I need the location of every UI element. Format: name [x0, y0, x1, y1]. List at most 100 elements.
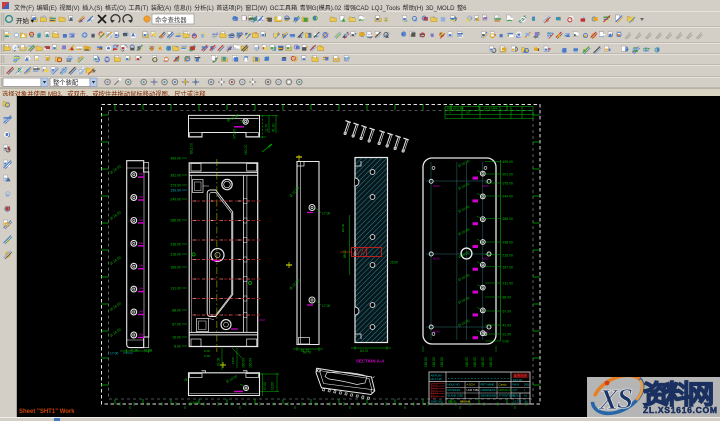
svg-text:Cavity: Cavity: [499, 383, 508, 387]
svg-text:238.00: 238.00: [170, 243, 181, 247]
svg-text:131.00: 131.00: [170, 287, 181, 291]
svg-text:HARDNESS: HARDNESS: [481, 388, 496, 392]
svg-text:Ø12.00: Ø12.00: [190, 143, 194, 154]
svg-text:14H7: 14H7: [139, 195, 146, 199]
svg-text:187.00: 187.00: [503, 265, 513, 269]
svg-text:8.00: 8.00: [204, 349, 210, 353]
svg-text:45.00: 45.00: [433, 257, 440, 261]
svg-text:A1: A1: [525, 400, 529, 404]
svg-text:0000-M: 0000-M: [460, 400, 471, 404]
svg-text:21.00: 21.00: [503, 333, 512, 337]
svg-text:45.00: 45.00: [482, 257, 489, 261]
svg-text:499.00: 499.00: [170, 157, 181, 161]
svg-text:67.00: 67.00: [503, 310, 512, 314]
svg-text:DWG NO: DWG NO: [431, 400, 442, 404]
svg-text:DATE APPR: DATE APPR: [484, 108, 498, 111]
svg-text:17.00: 17.00: [110, 352, 118, 356]
svg-text:25.00: 25.00: [390, 261, 398, 265]
svg-text:6.00: 6.00: [204, 354, 210, 358]
svg-text:SECTION A-A: SECTION A-A: [356, 359, 385, 364]
svg-text:17.00: 17.00: [263, 382, 267, 390]
svg-text:67.00: 67.00: [172, 323, 181, 327]
svg-text:HOLE NO: HOLE NO: [448, 383, 460, 387]
svg-text:重要图纸: 重要图纸: [514, 373, 528, 378]
svg-text:159.00: 159.00: [170, 189, 181, 193]
svg-text:288.00: 288.00: [170, 219, 181, 223]
svg-text:Ø8.00: Ø8.00: [341, 223, 345, 232]
svg-text:HRC29-33: HRC29-33: [499, 388, 512, 392]
svg-text:375.00: 375.00: [503, 182, 513, 186]
svg-text:160.00: 160.00: [424, 357, 428, 367]
svg-text:0.00: 0.00: [503, 340, 510, 344]
svg-text:A SCH: A SCH: [467, 383, 475, 387]
svg-text:14H7: 14H7: [139, 310, 146, 314]
svg-text:14H7: 14H7: [139, 218, 146, 222]
svg-text:381.00: 381.00: [170, 174, 181, 178]
svg-text:160.00: 160.00: [481, 357, 485, 367]
svg-text:QTY: QTY: [513, 389, 518, 392]
svg-text:2001: 2001: [524, 384, 530, 387]
svg-text:REV DESCRIP: REV DESCRIP: [447, 108, 464, 111]
svg-text:150.00: 150.00: [249, 358, 253, 368]
svg-text:288.00: 288.00: [503, 217, 513, 221]
svg-text:8.00: 8.00: [174, 345, 181, 349]
svg-text:1ST: 1ST: [466, 112, 471, 115]
svg-text:ZL.XS1616.COM: ZL.XS1616.COM: [643, 405, 717, 415]
svg-text:11.70: 11.70: [265, 124, 269, 132]
svg-text:81.00: 81.00: [217, 358, 221, 366]
svg-text:SCALE: SCALE: [513, 395, 522, 398]
svg-text:499.00: 499.00: [503, 160, 513, 164]
svg-text:14H7: 14H7: [139, 333, 146, 337]
svg-text:64.70: 64.70: [360, 349, 368, 353]
svg-text:131.00: 131.00: [503, 282, 513, 286]
svg-text:MATERIAL: MATERIAL: [448, 388, 462, 392]
svg-text:88.00: 88.00: [503, 296, 512, 300]
svg-text:1500: 1500: [231, 357, 235, 364]
svg-text:373.00: 373.00: [170, 184, 181, 188]
svg-text:14H7: 14H7: [139, 264, 146, 268]
svg-text:18.00: 18.00: [172, 336, 181, 340]
svg-text:375.00: 375.00: [233, 129, 237, 139]
svg-text:LKM 738H: LKM 738H: [467, 388, 480, 392]
svg-text:41.00: 41.00: [503, 324, 512, 328]
svg-text:350X650X80: 350X650X80: [481, 394, 497, 398]
svg-text:244.00: 244.00: [503, 195, 513, 199]
svg-text:Ø: Ø: [185, 378, 188, 382]
svg-text:45.00: 45.00: [482, 184, 489, 188]
svg-text:218.00: 218.00: [503, 253, 513, 257]
svg-text:64.70: 64.70: [303, 351, 311, 355]
svg-text:160.00: 160.00: [440, 357, 444, 367]
svg-text:160.00: 160.00: [244, 145, 248, 155]
svg-text:249.00: 249.00: [170, 198, 181, 202]
svg-text:14H7: 14H7: [139, 241, 146, 245]
svg-text:13.00: 13.00: [271, 382, 275, 390]
svg-text:160.00: 160.00: [432, 357, 436, 367]
svg-text:SCT 18: SCT 18: [513, 378, 522, 382]
svg-text:17.00: 17.00: [322, 304, 330, 308]
svg-text:S: S: [617, 383, 633, 415]
svg-text:FW-N: FW-N: [513, 384, 520, 387]
svg-text:AB PLAN: AB PLAN: [431, 374, 442, 378]
svg-text:160.00: 160.00: [242, 358, 246, 368]
svg-text:88.00: 88.00: [172, 309, 181, 313]
svg-text:13.00: 13.00: [191, 401, 199, 405]
svg-text:198.00: 198.00: [503, 241, 513, 245]
svg-text:41.90: 41.90: [130, 349, 138, 353]
svg-text:185.00: 185.00: [170, 266, 181, 270]
svg-text:A-6 0.5: A-6 0.5: [431, 396, 438, 399]
svg-text:160.00: 160.00: [473, 357, 477, 367]
svg-text:BLUE: BLUE: [448, 400, 456, 404]
svg-text:61.70: 61.70: [144, 349, 152, 353]
svg-text:88.00: 88.00: [343, 250, 347, 258]
svg-text:160.00: 160.00: [489, 357, 493, 367]
svg-text:218.00: 218.00: [170, 253, 181, 257]
svg-text:160.00: 160.00: [465, 357, 469, 367]
svg-text:201.00: 201.00: [503, 173, 513, 177]
svg-text:PRT NAME: PRT NAME: [481, 383, 495, 387]
svg-text:17.00: 17.00: [322, 212, 330, 216]
svg-text:NO 17-25: NO 17-25: [431, 377, 443, 381]
svg-text:整个装配: 整个装配: [53, 78, 79, 87]
svg-text:45.00: 45.00: [433, 184, 440, 188]
svg-text:BLANK SIZE: BLANK SIZE: [448, 394, 464, 398]
svg-text:41.30: 41.30: [272, 123, 276, 132]
